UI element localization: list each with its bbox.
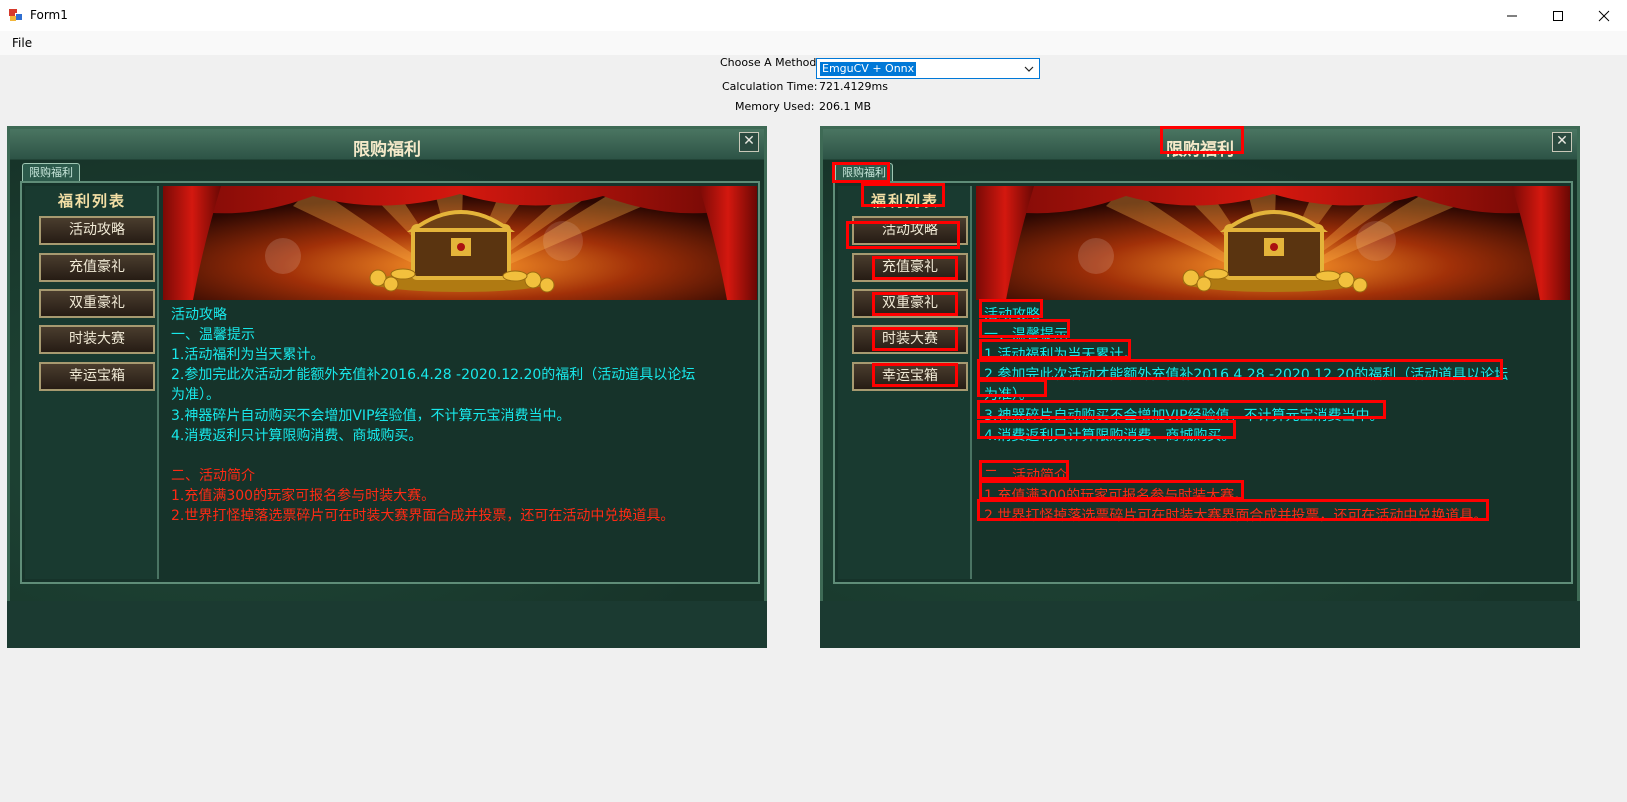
guide-line: 2.世界打怪掉落选票碎片可在时装大赛界面合成并投票，还可在活动中兑换道具。 — [984, 508, 1488, 524]
nav-button: 双重豪礼 — [39, 289, 155, 318]
activity-guide: 活动攻略 一、温馨提示 1.活动福利为当天累计。 2.参加完此次活动才能额外充值… — [171, 304, 759, 574]
nav-button: 充值豪礼 — [852, 253, 968, 282]
game-window-title: 限购福利 — [353, 140, 421, 160]
window-title: Form1 — [30, 8, 68, 22]
guide-line: 4.消费返利只计算限购消费、商城购买。 — [984, 428, 1236, 444]
guide-line: 2.参加完此次活动才能额外充值补2016.4.28 -2020.12.20的福利… — [984, 367, 1509, 383]
method-label: Choose A Method — [720, 56, 817, 69]
game-background-strip — [7, 601, 767, 648]
result-image: 限购福利 ✕ 限购福利 福利列表 活动攻略 充值豪礼 双重豪礼 时装大赛 幸运宝… — [820, 126, 1580, 648]
treasure-chest-illustration — [163, 186, 757, 300]
nav-button: 活动攻略 — [39, 216, 155, 245]
guide-line: 1.充值满300的玩家可报名参与时装大赛。 — [984, 488, 1249, 504]
app-icon — [9, 9, 23, 22]
minimize-button[interactable] — [1489, 0, 1535, 31]
guide-line: 3.神器碎片自动购买不会增加VIP经验值，不计算元宝消费当中。 — [984, 408, 1384, 424]
tab-limited-welfare: 限购福利 — [835, 163, 893, 181]
activity-guide: 活动攻略 一、温馨提示 1.活动福利为当天累计。 2.参加完此次活动才能额外充值… — [984, 304, 1572, 574]
game-panel: 福利列表 活动攻略 充值豪礼 双重豪礼 时装大赛 幸运宝箱 活动攻略 一、温馨提… — [20, 181, 760, 584]
welfare-list-title: 福利列表 — [870, 192, 939, 210]
guide-line: 2.参加完此次活动才能额外充值补2016.4.28 -2020.12.20的福利… — [171, 367, 696, 383]
calculation-time-label: Calculation Time: — [722, 80, 818, 93]
memory-used-value: 206.1 MB — [819, 100, 872, 113]
guide-line: 2.世界打怪掉落选票碎片可在时装大赛界面合成并投票，还可在活动中兑换道具。 — [171, 508, 675, 524]
nav-button: 时装大赛 — [39, 325, 155, 354]
method-select[interactable]: EmguCV + Onnx — [816, 58, 1040, 79]
title-bar: Form1 — [0, 0, 1627, 31]
nav-button: 双重豪礼 — [852, 289, 968, 318]
nav-button: 时装大赛 — [852, 325, 968, 354]
game-close-icon: ✕ — [1552, 132, 1572, 152]
guide-line: 二、活动简介 — [984, 468, 1068, 484]
source-image: 限购福利 ✕ 限购福利 福利列表 活动攻略 充值豪礼 双重豪礼 时装大赛 幸运宝… — [7, 126, 767, 648]
game-background-strip — [820, 601, 1580, 648]
nav-button: 活动攻略 — [852, 216, 968, 245]
guide-line: 4.消费返利只计算限购消费、商城购买。 — [171, 428, 423, 444]
nav-button: 幸运宝箱 — [39, 362, 155, 391]
guide-line: 一、温馨提示 — [171, 327, 255, 343]
nav-button: 幸运宝箱 — [852, 362, 968, 391]
close-button[interactable] — [1581, 0, 1627, 31]
game-panel: 福利列表 活动攻略 充值豪礼 双重豪礼 时装大赛 幸运宝箱 活动攻略 一、温馨提… — [833, 181, 1573, 584]
treasure-banner — [163, 186, 757, 300]
welfare-list-title: 福利列表 — [57, 192, 126, 210]
guide-line: 3.神器碎片自动购买不会增加VIP经验值，不计算元宝消费当中。 — [171, 408, 571, 424]
chevron-down-icon — [1024, 66, 1034, 72]
treasure-chest-illustration — [976, 186, 1570, 300]
guide-line: 1.充值满300的玩家可报名参与时装大赛。 — [171, 488, 436, 504]
game-close-icon: ✕ — [739, 132, 759, 152]
welfare-list: 福利列表 活动攻略 充值豪礼 双重豪礼 时装大赛 幸运宝箱 — [838, 186, 972, 579]
menu-bar: File — [0, 31, 1627, 55]
nav-button: 充值豪礼 — [39, 253, 155, 282]
maximize-button[interactable] — [1535, 0, 1581, 31]
guide-line: 为准）。 — [171, 387, 220, 403]
memory-used-label: Memory Used: — [735, 100, 815, 113]
menu-file[interactable]: File — [12, 36, 32, 50]
guide-line: 一、温馨提示 — [984, 327, 1068, 343]
game-window-title: 限购福利 — [1166, 140, 1234, 160]
minimize-icon — [1507, 15, 1517, 16]
guide-line: 活动攻略 — [984, 307, 1040, 323]
guide-line: 1.活动福利为当天累计。 — [171, 347, 325, 363]
tab-limited-welfare: 限购福利 — [22, 163, 80, 181]
close-icon — [1598, 10, 1610, 21]
guide-line: 活动攻略 — [171, 307, 227, 323]
guide-line: 二、活动简介 — [171, 468, 255, 484]
calculation-time-value: 721.4129ms — [819, 80, 888, 93]
guide-line: 1.活动福利为当天累计。 — [984, 347, 1138, 363]
guide-line: 为准）。 — [984, 387, 1033, 403]
method-select-value: EmguCV + Onnx — [820, 62, 917, 76]
treasure-banner — [976, 186, 1570, 300]
maximize-icon — [1553, 10, 1563, 21]
welfare-list: 福利列表 活动攻略 充值豪礼 双重豪礼 时装大赛 幸运宝箱 — [25, 186, 159, 579]
